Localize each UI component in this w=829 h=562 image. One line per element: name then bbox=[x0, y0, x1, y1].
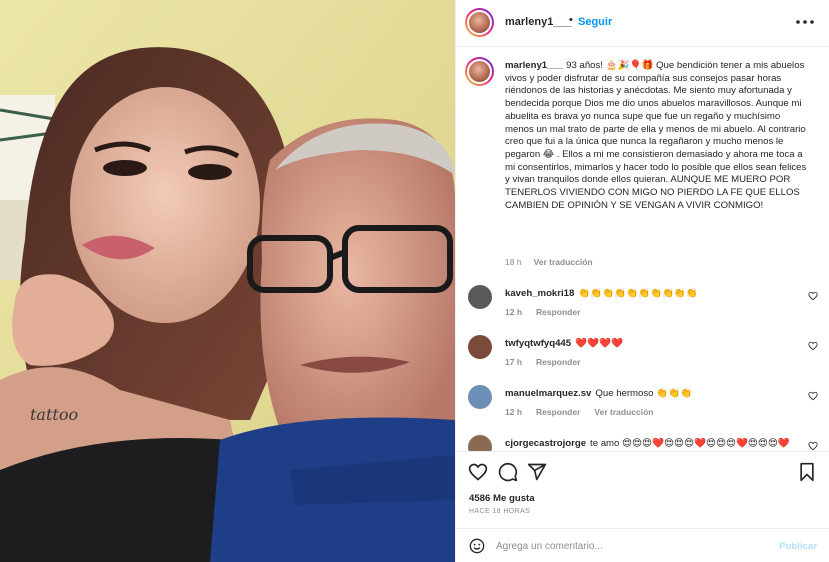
comment-username[interactable]: kaveh_mokri18 bbox=[505, 288, 574, 299]
svg-text:tattoo: tattoo bbox=[30, 405, 78, 424]
smiley-icon[interactable] bbox=[469, 538, 485, 554]
post-actions bbox=[456, 452, 829, 488]
comment-input[interactable] bbox=[496, 536, 766, 556]
comment-meta: 12 h Responder bbox=[505, 307, 594, 317]
reply-button[interactable]: Responder bbox=[536, 407, 580, 417]
commenter-avatar[interactable] bbox=[468, 335, 492, 359]
comment-username[interactable]: manuelmarquez.sv bbox=[505, 388, 591, 399]
heart-icon[interactable] bbox=[808, 341, 818, 351]
comment-meta: 17 h Responder bbox=[505, 357, 594, 367]
caption-avatar[interactable] bbox=[469, 61, 490, 82]
heart-icon[interactable] bbox=[808, 441, 818, 451]
post-header: marleny1___ • Seguir bbox=[456, 0, 829, 46]
comment-text: cjorgecastrojorge te amo 😍😍😍❤️😍😍😍❤️😍😍😍❤️😍… bbox=[505, 438, 790, 449]
add-comment-bar: Publicar bbox=[456, 529, 829, 562]
separator-dot: • bbox=[569, 14, 573, 26]
bookmark-icon[interactable] bbox=[797, 462, 817, 482]
post-photo: tattoo bbox=[0, 0, 455, 562]
author-avatar[interactable] bbox=[469, 12, 490, 33]
comment-text: twfyqtwfyq445 ❤️❤️❤️❤️ bbox=[505, 338, 623, 349]
header-divider bbox=[456, 46, 829, 47]
follow-button[interactable]: Seguir bbox=[578, 16, 612, 28]
comment-body: te amo 😍😍😍❤️😍😍😍❤️😍😍😍❤️😍😍😍❤️ bbox=[590, 438, 790, 449]
heart-icon[interactable] bbox=[808, 291, 818, 301]
heart-icon[interactable] bbox=[808, 391, 818, 401]
comment-meta: 12 h Responder Ver traducción bbox=[505, 407, 667, 417]
comment-body: 👏👏👏👏👏👏👏👏👏👏 bbox=[578, 288, 698, 299]
comment-item: cjorgecastrojorge te amo 😍😍😍❤️😍😍😍❤️😍😍😍❤️😍… bbox=[456, 431, 829, 451]
heart-icon[interactable] bbox=[468, 462, 488, 482]
comment-item: twfyqtwfyq445 ❤️❤️❤️❤️ 17 h Responder bbox=[456, 331, 829, 377]
paper-plane-icon[interactable] bbox=[527, 462, 547, 482]
caption-text-block: marleny1___ 93 años! 🎂🎉🎈🎁 Que bendición t… bbox=[505, 60, 807, 212]
comment-time: 12 h bbox=[505, 307, 523, 317]
comment-username[interactable]: cjorgecastrojorge bbox=[505, 438, 586, 449]
comment-time: 12 h bbox=[505, 407, 523, 417]
caption-time: 18 h bbox=[505, 257, 522, 267]
comment-body: ❤️❤️❤️❤️ bbox=[575, 338, 623, 349]
commenter-avatar[interactable] bbox=[468, 435, 492, 451]
comment-item: kaveh_mokri18 👏👏👏👏👏👏👏👏👏👏 12 h Responder bbox=[456, 281, 829, 327]
comment-body: Que hermoso 👏👏👏 bbox=[595, 388, 693, 399]
like-count[interactable]: 4586 Me gusta bbox=[469, 493, 535, 504]
comment-item: manuelmarquez.sv Que hermoso 👏👏👏 12 h Resp… bbox=[456, 381, 829, 427]
caption-username[interactable]: marleny1___ bbox=[505, 60, 563, 71]
caption-meta: 18 h Ver traducción bbox=[505, 257, 593, 267]
caption-body: 93 años! 🎂🎉🎈🎁 Que bendición tener a mis … bbox=[505, 60, 807, 211]
commenter-avatar[interactable] bbox=[468, 385, 492, 409]
comment-translate-link[interactable]: Ver traducción bbox=[594, 407, 653, 417]
post-side-panel: marleny1___ • Seguir marleny1___ 93 años!… bbox=[455, 0, 829, 562]
comment-time: 17 h bbox=[505, 357, 523, 367]
selfie-image: tattoo bbox=[0, 0, 455, 562]
post-time-ago: HACE 18 HORAS bbox=[469, 508, 531, 515]
comment-text: kaveh_mokri18 👏👏👏👏👏👏👏👏👏👏 bbox=[505, 288, 698, 299]
publish-button[interactable]: Publicar bbox=[779, 541, 817, 552]
reply-button[interactable]: Responder bbox=[536, 357, 580, 367]
reply-button[interactable]: Responder bbox=[536, 307, 580, 317]
author-username[interactable]: marleny1___ bbox=[505, 16, 572, 28]
commenter-avatar[interactable] bbox=[468, 285, 492, 309]
comment-text: manuelmarquez.sv Que hermoso 👏👏👏 bbox=[505, 388, 692, 399]
ellipsis-icon[interactable] bbox=[793, 12, 817, 32]
comment-username[interactable]: twfyqtwfyq445 bbox=[505, 338, 571, 349]
comment-bubble-icon[interactable] bbox=[498, 462, 518, 482]
caption-translate-link[interactable]: Ver traducción bbox=[534, 257, 593, 267]
